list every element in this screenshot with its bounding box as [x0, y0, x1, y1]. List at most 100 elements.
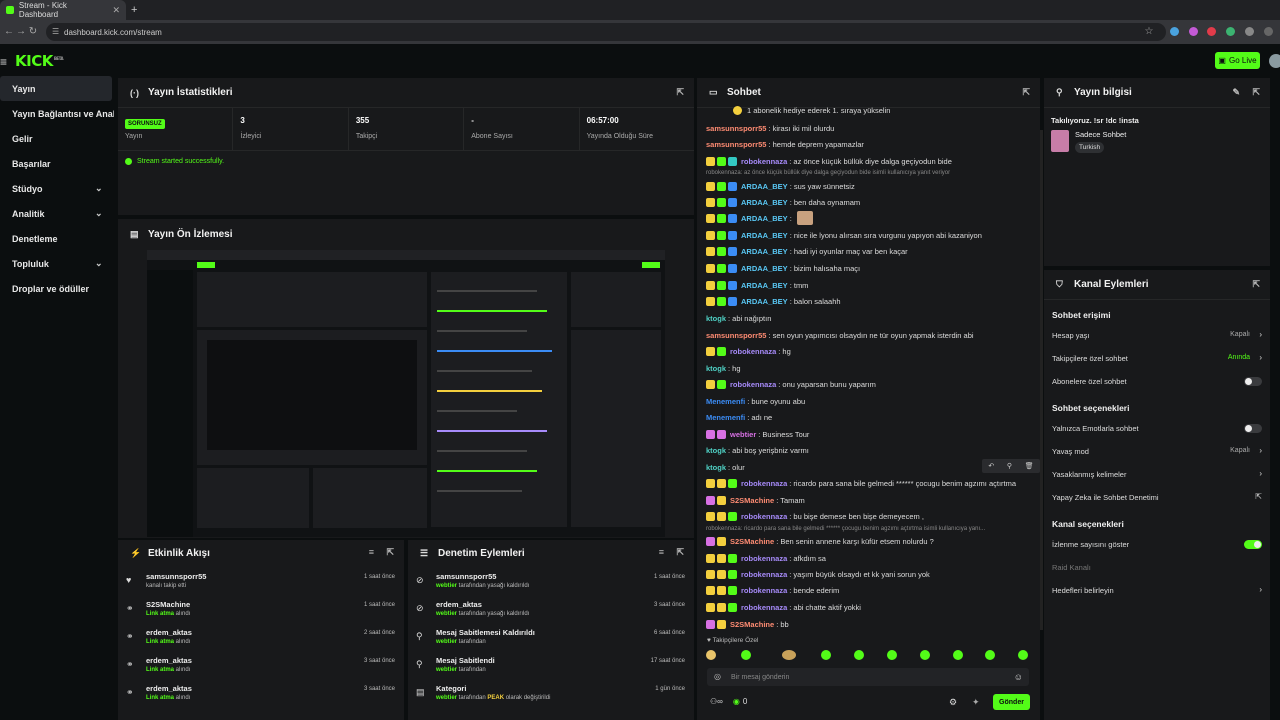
sidebar-item[interactable]: Gelir — [0, 126, 114, 151]
chat-username[interactable]: robokennaza — [741, 586, 787, 595]
chat-message[interactable]: ARDAA_BEY: hadi iyi oyunlar maç var ben … — [706, 243, 908, 259]
chat-username[interactable]: robokennaza — [730, 347, 776, 356]
chat-message[interactable]: robokennaza: bende ederim — [706, 582, 839, 598]
chat-username[interactable]: ktogk — [706, 446, 726, 455]
gift-banner[interactable]: 1 abonelik hediye ederek 1. sıraya yükse… — [733, 106, 890, 115]
sidebar-item[interactable]: Analitik ⌄ — [0, 201, 114, 226]
chat-username[interactable]: robokennaza — [741, 157, 787, 166]
chat-message[interactable]: ktogk: olur — [706, 459, 745, 475]
chat-message[interactable]: ARDAA_BEY: tmm — [706, 277, 808, 293]
chat-username[interactable]: robokennaza — [741, 479, 787, 488]
chat-input[interactable]: ◎ Bir mesaj gönderin ☺ — [707, 668, 1029, 686]
chat-message[interactable]: ARDAA_BEY: bizim halısaha maçı — [706, 260, 860, 276]
chat-message[interactable]: ktogk: abi nağıptın — [706, 310, 771, 326]
chat-message[interactable]: samsunnsporr55: sen oyun yapımcısı olsay… — [706, 327, 974, 343]
filter-icon[interactable]: ≡ — [659, 547, 664, 557]
emoji-icon[interactable]: ☺ — [1014, 672, 1023, 682]
chat-username[interactable]: ARDAA_BEY — [741, 214, 788, 223]
stream-preview-video[interactable] — [147, 250, 665, 537]
chat-username[interactable]: S2SMachine — [730, 620, 774, 629]
browser-tab[interactable]: Stream - Kick Dashboard ✕ — [0, 0, 126, 20]
mod-action-title[interactable]: Mesaj Sabitlendi — [436, 656, 495, 665]
popout-icon[interactable]: ⇱ — [676, 547, 684, 558]
chat-message[interactable]: Menemenfi: bune oyunu abu — [706, 393, 805, 409]
emote-icon[interactable] — [1018, 650, 1028, 660]
chat-username[interactable]: Menemenfi — [706, 397, 745, 406]
delete-icon[interactable]: 🗑 — [1025, 462, 1034, 470]
emote-icon[interactable] — [953, 650, 963, 660]
extension-icon[interactable] — [1207, 27, 1216, 36]
emote-icon[interactable] — [782, 650, 796, 660]
people-icon[interactable]: ⚇∞ — [710, 697, 723, 706]
popout-icon[interactable]: ⇱ — [676, 87, 684, 98]
menu-icon[interactable]: ≡ — [0, 55, 7, 69]
chat-message[interactable]: robokennaza: onu yaparsan bunu yaparım — [706, 376, 876, 392]
extension-icon[interactable] — [1170, 27, 1179, 36]
url-field[interactable]: ☰ dashboard.kick.com/stream — [46, 23, 1166, 41]
chat-username[interactable]: samsunnsporr55 — [706, 140, 766, 149]
setting-row[interactable]: Raid Kanalı — [1044, 556, 1270, 579]
toggle-switch[interactable] — [1244, 540, 1262, 549]
chat-message[interactable]: robokennaza: yaşım büyük olsaydı et kk y… — [706, 566, 930, 582]
chat-message[interactable]: ARDAA_BEY: nice ile lyonu alırsan sıra v… — [706, 227, 982, 243]
pin-icon[interactable]: ⚲ — [1007, 462, 1012, 470]
channel-points[interactable]: ◉ 0 — [733, 697, 747, 706]
chat-scrollbar[interactable] — [1040, 130, 1043, 630]
sidebar-item[interactable]: Yayın Bağlantısı ve Anahtarı — [0, 101, 114, 126]
chat-message[interactable]: ARDAA_BEY: ben daha oynamam — [706, 194, 860, 210]
new-tab-icon[interactable]: + — [131, 4, 137, 16]
chat-username[interactable]: samsunnsporr55 — [706, 331, 766, 340]
chat-username[interactable]: ARDAA_BEY — [741, 198, 788, 207]
reply-icon[interactable]: ↶ — [988, 462, 994, 470]
mod-icon[interactable]: ✦ — [972, 697, 980, 708]
chat-message[interactable]: Menemenfi: adı ne — [706, 409, 772, 425]
chat-username[interactable]: Menemenfi — [706, 413, 745, 422]
activity-user[interactable]: erdem_aktas — [146, 656, 192, 665]
send-button[interactable]: Gönder — [993, 694, 1030, 710]
chat-username[interactable]: ktogk — [706, 364, 726, 373]
sidebar-item[interactable]: Topluluk ⌄ — [0, 251, 114, 276]
extension-icon[interactable] — [1226, 27, 1235, 36]
close-tab-icon[interactable]: ✕ — [112, 5, 120, 16]
filter-icon[interactable]: ≡ — [369, 547, 374, 557]
tag-chip[interactable]: Turkish — [1075, 142, 1105, 153]
emote-icon[interactable] — [985, 650, 995, 660]
profile-icon[interactable] — [1264, 27, 1273, 36]
chat-message[interactable]: samsunnsporr55: hemde deprem yapamazlar — [706, 136, 864, 152]
chat-message[interactable]: robokennaza: ricardo para sana bile gelm… — [706, 475, 1016, 491]
user-avatar[interactable] — [1269, 54, 1280, 68]
extensions-puzzle-icon[interactable] — [1245, 27, 1254, 36]
chat-settings-icon[interactable]: ⚙ — [949, 697, 957, 708]
chat-username[interactable]: webtier — [730, 430, 756, 439]
mod-action-title[interactable]: Mesaj Sabitlemesi Kaldırıldı — [436, 628, 535, 637]
setting-row[interactable]: Yavaş mod Kapalı › — [1044, 440, 1270, 463]
chat-username[interactable]: samsunnsporr55 — [706, 124, 766, 133]
chat-username[interactable]: S2SMachine — [730, 496, 774, 505]
activity-user[interactable]: samsunnsporr55 — [146, 572, 206, 581]
kick-logo[interactable]: KICKBETA — [15, 52, 64, 70]
chat-username[interactable]: robokennaza — [741, 512, 787, 521]
chat-message[interactable]: ktogk: abi boş yerişbniz varmı — [706, 442, 809, 458]
setting-row[interactable]: Yapay Zeka ile Sohbet Denetimi ⇱ — [1044, 486, 1270, 509]
activity-user[interactable]: S2SMachine — [146, 600, 190, 609]
sidebar-item[interactable]: Denetleme — [0, 226, 114, 251]
popout-icon[interactable]: ⇱ — [1252, 87, 1260, 98]
mod-action-title[interactable]: samsunnsporr55 — [436, 572, 529, 581]
chat-username[interactable]: robokennaza — [741, 603, 787, 612]
emote-icon[interactable] — [741, 650, 751, 660]
emote-icon[interactable] — [920, 650, 930, 660]
setting-row[interactable]: Hedefleri belirleyin › — [1044, 579, 1270, 602]
chat-message[interactable]: S2SMachine: Ben senin annene karşı küfür… — [706, 533, 934, 549]
setting-row[interactable]: İzlenme sayısını göster — [1044, 533, 1270, 556]
activity-user[interactable]: erdem_aktas — [146, 684, 192, 693]
chat-message[interactable]: robokennaza: afkdım sa — [706, 550, 826, 566]
chat-message[interactable]: webtier: Business Tour — [706, 426, 809, 442]
chat-message[interactable]: robokennaza: hg — [706, 343, 791, 359]
chat-username[interactable]: robokennaza — [730, 380, 776, 389]
sidebar-item[interactable]: Stüdyo ⌄ — [0, 176, 114, 201]
chat-username[interactable]: ARDAA_BEY — [741, 281, 788, 290]
edit-icon[interactable]: ✎ — [1232, 87, 1240, 98]
chat-message[interactable]: ARDAA_BEY: balon salaahh — [706, 293, 841, 309]
emote-icon[interactable] — [821, 650, 831, 660]
sidebar-item[interactable]: Yayın — [0, 76, 112, 101]
